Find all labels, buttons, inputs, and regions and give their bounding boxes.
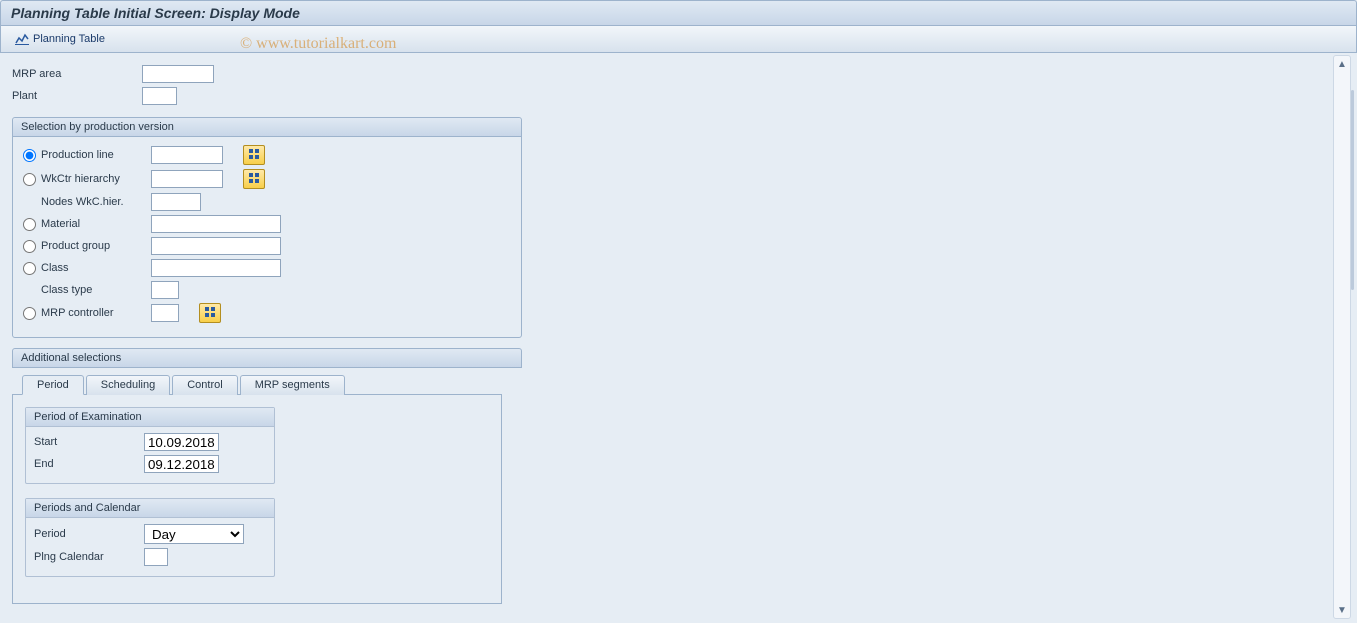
application-toolbar: Planning Table bbox=[0, 26, 1357, 53]
mrp-area-label: MRP area bbox=[12, 68, 142, 80]
main-content-area: MRP area Plant Selection by production v… bbox=[0, 55, 1329, 623]
mrp-controller-radio[interactable] bbox=[23, 307, 36, 320]
production-line-multi-select-button[interactable] bbox=[243, 145, 265, 165]
mrp-controller-input[interactable] bbox=[151, 304, 179, 322]
nodes-wkchier-input[interactable] bbox=[151, 193, 201, 211]
start-date-input[interactable] bbox=[144, 433, 219, 451]
production-line-radio[interactable] bbox=[23, 149, 36, 162]
material-input[interactable] bbox=[151, 215, 281, 233]
multi-select-icon bbox=[204, 306, 216, 321]
production-line-label: Production line bbox=[41, 149, 151, 161]
end-row: End bbox=[34, 455, 266, 473]
scroll-down-icon[interactable]: ▼ bbox=[1334, 602, 1350, 618]
tab-period[interactable]: Period bbox=[22, 375, 84, 395]
wkctr-hierarchy-radio[interactable] bbox=[23, 173, 36, 186]
additional-selections-header: Additional selections bbox=[12, 348, 522, 368]
mrp-area-input[interactable] bbox=[142, 65, 214, 83]
wkctr-hierarchy-row: WkCtr hierarchy bbox=[23, 169, 511, 189]
window-title-bar: Planning Table Initial Screen: Display M… bbox=[0, 0, 1357, 26]
planning-table-icon bbox=[15, 32, 29, 46]
class-type-input[interactable] bbox=[151, 281, 179, 299]
material-row: Material bbox=[23, 215, 511, 233]
start-row: Start bbox=[34, 433, 266, 451]
plng-calendar-label: Plng Calendar bbox=[34, 551, 144, 563]
scroll-up-icon[interactable]: ▲ bbox=[1334, 56, 1350, 72]
planning-table-label: Planning Table bbox=[33, 33, 105, 45]
class-radio[interactable] bbox=[23, 262, 36, 275]
wkctr-hierarchy-input[interactable] bbox=[151, 170, 223, 188]
selection-production-version-group: Selection by production version Producti… bbox=[12, 117, 522, 338]
mrp-controller-row: MRP controller bbox=[23, 303, 511, 323]
periods-calendar-title: Periods and Calendar bbox=[26, 499, 274, 518]
product-group-radio[interactable] bbox=[23, 240, 36, 253]
end-date-input[interactable] bbox=[144, 455, 219, 473]
product-group-label: Product group bbox=[41, 240, 151, 252]
period-examination-title: Period of Examination bbox=[26, 408, 274, 427]
selection-group-title: Selection by production version bbox=[13, 118, 521, 137]
mini-scroll-handle[interactable] bbox=[1351, 90, 1354, 290]
material-label: Material bbox=[41, 218, 151, 230]
wkctr-hierarchy-multi-select-button[interactable] bbox=[243, 169, 265, 189]
period-row: Period Day bbox=[34, 524, 266, 544]
page-title: Planning Table Initial Screen: Display M… bbox=[11, 5, 300, 21]
nodes-wkchier-label: Nodes WkC.hier. bbox=[41, 196, 151, 208]
plng-calendar-row: Plng Calendar bbox=[34, 548, 266, 566]
multi-select-icon bbox=[248, 148, 260, 163]
production-line-row: Production line bbox=[23, 145, 511, 165]
plant-row: Plant bbox=[12, 87, 1317, 105]
tab-pane-period: Period of Examination Start End Periods … bbox=[12, 395, 502, 604]
start-label: Start bbox=[34, 436, 144, 448]
material-radio[interactable] bbox=[23, 218, 36, 231]
mrp-controller-label: MRP controller bbox=[41, 307, 151, 319]
nodes-wkchier-row: Nodes WkC.hier. bbox=[23, 193, 511, 211]
class-type-label: Class type bbox=[41, 284, 151, 296]
period-examination-box: Period of Examination Start End bbox=[25, 407, 275, 484]
period-label: Period bbox=[34, 528, 144, 540]
class-input[interactable] bbox=[151, 259, 281, 277]
class-type-row: Class type bbox=[23, 281, 511, 299]
wkctr-hierarchy-label: WkCtr hierarchy bbox=[41, 173, 151, 185]
tab-control[interactable]: Control bbox=[172, 375, 237, 395]
end-label: End bbox=[34, 458, 144, 470]
class-label: Class bbox=[41, 262, 151, 274]
vertical-scrollbar[interactable]: ▲ ▼ bbox=[1333, 55, 1351, 619]
tab-scheduling[interactable]: Scheduling bbox=[86, 375, 170, 395]
product-group-row: Product group bbox=[23, 237, 511, 255]
class-row: Class bbox=[23, 259, 511, 277]
tab-mrp-segments[interactable]: MRP segments bbox=[240, 375, 345, 395]
plant-label: Plant bbox=[12, 90, 142, 102]
product-group-input[interactable] bbox=[151, 237, 281, 255]
plant-input[interactable] bbox=[142, 87, 177, 105]
production-line-input[interactable] bbox=[151, 146, 223, 164]
multi-select-icon bbox=[248, 172, 260, 187]
period-select[interactable]: Day bbox=[144, 524, 244, 544]
mrp-controller-multi-select-button[interactable] bbox=[199, 303, 221, 323]
mini-scrollbar[interactable] bbox=[1351, 75, 1354, 603]
plng-calendar-input[interactable] bbox=[144, 548, 168, 566]
planning-table-button[interactable]: Planning Table bbox=[9, 30, 111, 48]
additional-selections-tabstrip: Period Scheduling Control MRP segments bbox=[12, 374, 502, 395]
periods-calendar-box: Periods and Calendar Period Day Plng Cal… bbox=[25, 498, 275, 577]
mrp-area-row: MRP area bbox=[12, 65, 1317, 83]
